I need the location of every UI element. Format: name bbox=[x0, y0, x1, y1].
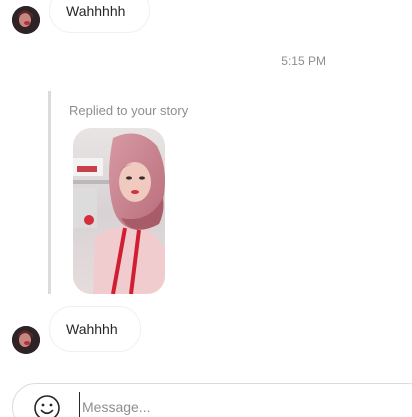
avatar[interactable] bbox=[12, 6, 40, 34]
message-bubble[interactable]: Wahhhh bbox=[49, 306, 141, 352]
story-thumbnail[interactable] bbox=[73, 128, 165, 294]
message-composer bbox=[12, 383, 412, 417]
timestamp: 5:15 PM bbox=[281, 54, 326, 68]
story-reply-label: Replied to your story bbox=[69, 103, 189, 118]
message-text: Wahhhhh bbox=[66, 2, 126, 19]
avatar[interactable] bbox=[12, 326, 40, 354]
message-bubble[interactable]: Wahhhhh bbox=[49, 0, 150, 33]
message-input[interactable] bbox=[79, 392, 382, 417]
story-reply: Replied to your story bbox=[48, 91, 208, 294]
chat-thread: Wahhhhh 5:15 PM Replied to your story Wa… bbox=[0, 0, 412, 417]
message-text: Wahhhh bbox=[66, 321, 118, 337]
smiley-icon[interactable] bbox=[33, 394, 61, 417]
